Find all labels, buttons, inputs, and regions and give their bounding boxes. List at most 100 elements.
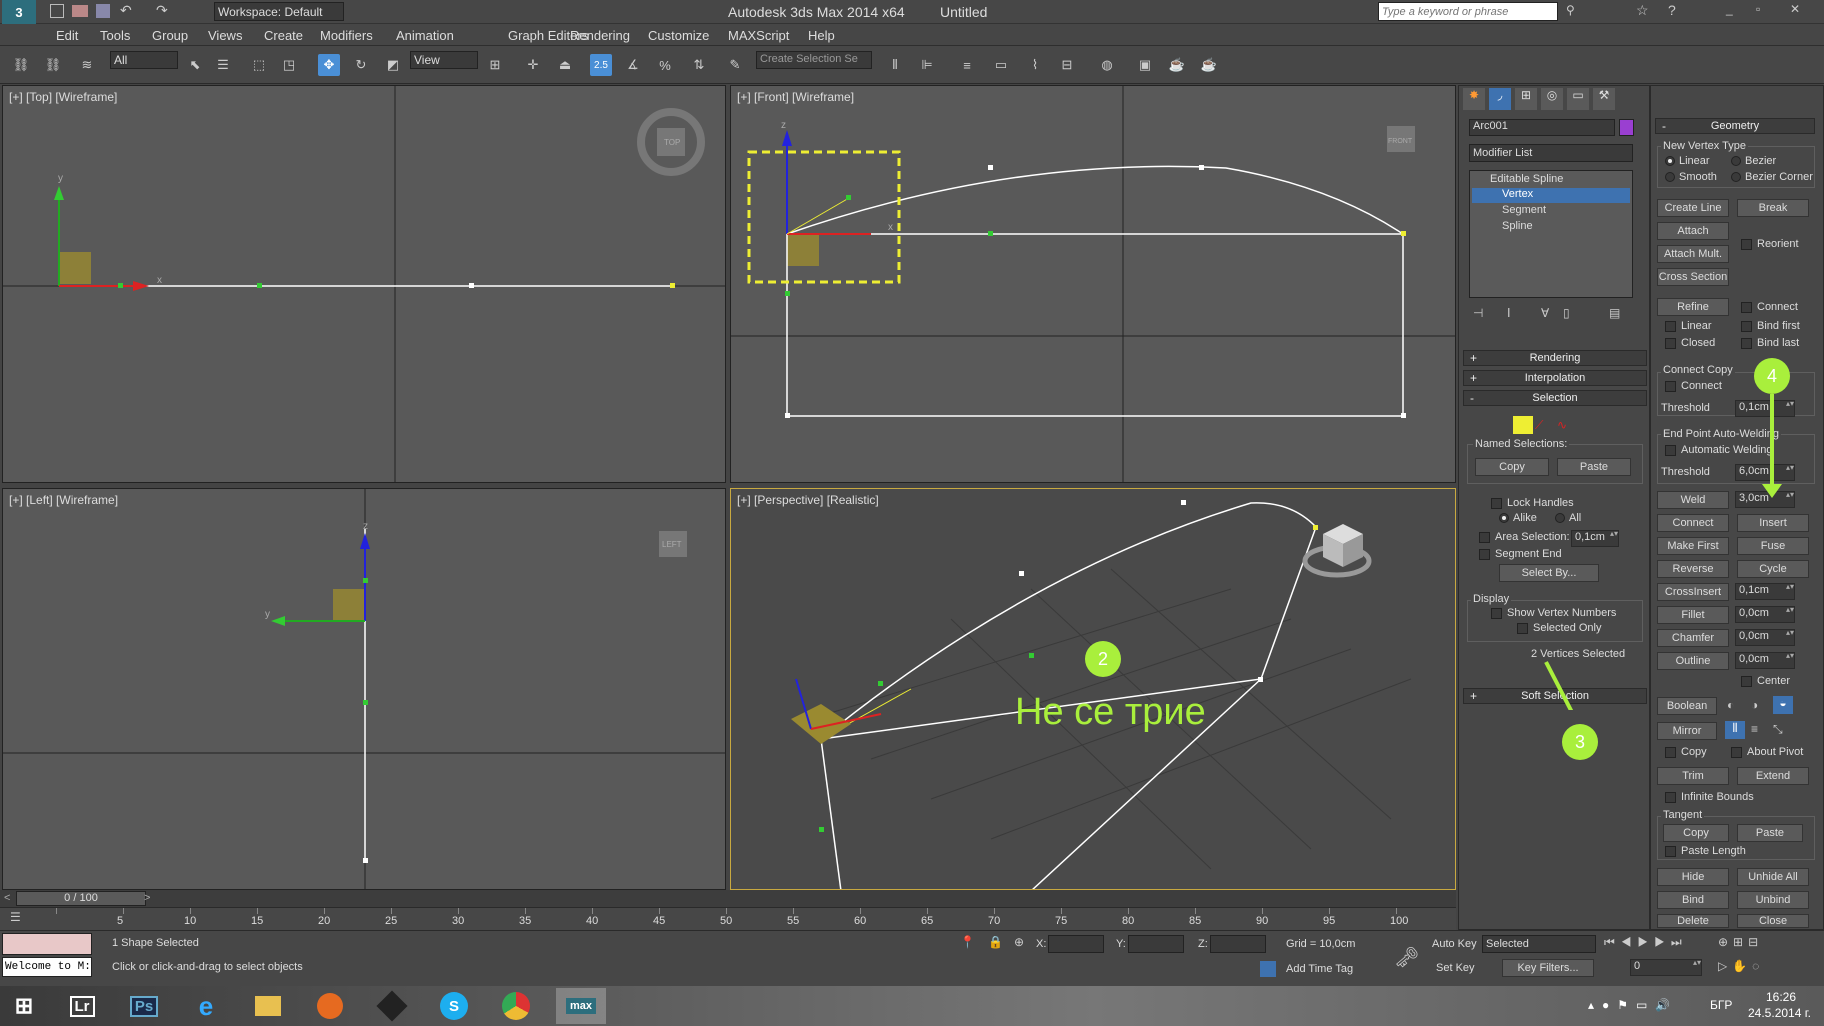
selected-only-checkbox[interactable] <box>1517 623 1528 634</box>
app-logo-icon[interactable]: 3 <box>2 0 36 24</box>
star-icon[interactable]: ☆ <box>1636 2 1649 19</box>
link-icon[interactable]: ⛓ <box>10 54 32 76</box>
taskbar-3dsmax[interactable]: max <box>556 988 606 1024</box>
refine-button[interactable]: Refine <box>1657 298 1729 316</box>
add-time-tag[interactable]: Add Time Tag <box>1286 963 1353 975</box>
bind-button[interactable]: Bind <box>1657 891 1729 909</box>
close-button[interactable]: ✕ <box>1790 2 1800 16</box>
minimize-button[interactable]: _ <box>1726 2 1733 16</box>
delete-button[interactable]: Delete <box>1657 914 1729 928</box>
redo-icon[interactable]: ↷ <box>156 2 168 19</box>
edit-named-selection-icon[interactable]: ✎ <box>724 54 746 76</box>
viewport-front[interactable]: [+] [Front] [Wireframe] z x FRONT <box>730 85 1456 483</box>
segment-end-checkbox[interactable] <box>1479 549 1490 560</box>
taskbar-firefox-icon[interactable] <box>310 988 350 1024</box>
tangent-copy-button[interactable]: Copy <box>1663 824 1729 842</box>
tangent-paste-button[interactable]: Paste <box>1737 824 1803 842</box>
viewport-top[interactable]: [+] [Top] [Wireframe] y x TOP <box>2 85 726 483</box>
pivot-center-icon[interactable]: ⊞ <box>484 54 506 76</box>
create-tab-icon[interactable]: ✸ <box>1463 88 1485 110</box>
stack-item-vertex[interactable]: Vertex <box>1472 188 1630 203</box>
menu-group[interactable]: Group <box>152 28 188 43</box>
named-selection-dropdown[interactable]: Create Selection Se <box>756 51 872 69</box>
utilities-tab-icon[interactable]: ⚒ <box>1593 88 1615 110</box>
viewport-left[interactable]: [+] [Left] [Wireframe] z y LEFT <box>2 488 726 890</box>
taskbar-explorer-icon[interactable] <box>248 988 288 1024</box>
track-bar[interactable]: ☰ 5 10 15 20 25 30 35 40 45 50 55 60 65 70 75 80 85 90 95 1… <box>0 908 1456 930</box>
rotate-icon[interactable]: ↻ <box>350 54 372 76</box>
stack-item-segment[interactable]: Segment <box>1472 204 1546 216</box>
bind-last-checkbox[interactable] <box>1741 338 1752 349</box>
rollout-geometry[interactable]: - Geometry <box>1655 118 1815 134</box>
break-button[interactable]: Break <box>1737 199 1809 217</box>
menu-tools[interactable]: Tools <box>100 28 130 43</box>
time-slider-thumb[interactable]: 0 / 100 <box>16 891 146 906</box>
menu-help[interactable]: Help <box>808 28 835 43</box>
mirror-button[interactable]: Mirror <box>1657 722 1717 740</box>
current-frame-field[interactable]: 0 <box>1630 959 1702 976</box>
clock-time[interactable]: 16:26 <box>1766 990 1796 1004</box>
attach-mult-button[interactable]: Attach Mult. <box>1657 245 1729 263</box>
taskbar-lightroom[interactable]: Lr <box>62 988 102 1024</box>
menu-rendering[interactable]: Rendering <box>570 28 630 43</box>
bind-space-warp-icon[interactable]: ≋ <box>76 54 98 76</box>
refine-connect-checkbox[interactable] <box>1741 302 1752 313</box>
snaps-toggle-icon[interactable]: 2.5 <box>590 54 612 76</box>
mirror-copy-checkbox[interactable] <box>1665 747 1676 758</box>
area-selection-checkbox[interactable] <box>1479 532 1490 543</box>
infinite-bounds-checkbox[interactable] <box>1665 792 1676 803</box>
y-coord-field[interactable] <box>1128 935 1184 953</box>
cross-section-button[interactable]: Cross Section <box>1657 268 1729 286</box>
window-crossing-icon[interactable]: ◳ <box>278 54 300 76</box>
isolate-icon[interactable]: 📍 <box>960 935 975 949</box>
vertex-type-smooth-radio[interactable] <box>1665 172 1675 182</box>
pin-stack-icon[interactable]: ⊣ <box>1473 306 1483 320</box>
stack-item-editable-spline[interactable]: Editable Spline <box>1472 173 1630 185</box>
time-slider-prev-icon[interactable]: < <box>4 892 10 904</box>
absolute-mode-icon[interactable]: ⊕ <box>1014 935 1024 949</box>
modifier-list-dropdown[interactable]: Modifier List <box>1469 144 1633 162</box>
scale-icon[interactable]: ◩ <box>382 54 404 76</box>
show-end-result-icon[interactable]: Ⅰ <box>1507 306 1511 320</box>
mirror-icon[interactable]: ⫴ <box>884 54 906 76</box>
menu-customize[interactable]: Customize <box>648 28 709 43</box>
tray-icons[interactable]: ▴●⚑▭🔊 <box>1588 998 1678 1012</box>
reference-coordinate-dropdown[interactable]: View <box>410 51 478 69</box>
object-color-swatch[interactable] <box>1619 119 1634 136</box>
align-icon[interactable]: ⊫ <box>916 54 938 76</box>
undo-icon[interactable]: ↶ <box>120 2 132 19</box>
language-indicator[interactable]: БГР <box>1710 998 1732 1012</box>
hierarchy-tab-icon[interactable]: ⊞ <box>1515 88 1537 110</box>
select-by-name-icon[interactable]: ☰ <box>212 54 234 76</box>
select-manipulate-icon[interactable]: ✛ <box>522 54 544 76</box>
curve-editor-icon[interactable]: ⌇ <box>1024 54 1046 76</box>
configure-modifier-sets-icon[interactable]: ▤ <box>1609 306 1620 320</box>
refine-linear-checkbox[interactable] <box>1665 321 1676 332</box>
maximize-button[interactable]: ▫ <box>1756 2 1760 16</box>
keyboard-shortcut-icon[interactable]: ⏏ <box>554 54 576 76</box>
refine-closed-checkbox[interactable] <box>1665 338 1676 349</box>
taskbar-app-icon[interactable] <box>372 988 412 1024</box>
motion-tab-icon[interactable]: ◎ <box>1541 88 1563 110</box>
clock-date[interactable]: 24.5.2014 г. <box>1748 1006 1811 1020</box>
selection-filter-dropdown[interactable]: All <box>110 51 178 69</box>
unlink-icon[interactable]: ⛓ <box>42 54 64 76</box>
menu-create[interactable]: Create <box>264 28 303 43</box>
time-tag-icon[interactable] <box>1260 961 1276 977</box>
lock-handles-checkbox[interactable] <box>1491 498 1502 509</box>
taskbar-skype[interactable]: S <box>434 988 474 1024</box>
about-pivot-checkbox[interactable] <box>1731 747 1742 758</box>
key-mode-dropdown[interactable]: Selected <box>1482 935 1596 953</box>
schematic-view-icon[interactable]: ⊟ <box>1056 54 1078 76</box>
vertex-type-bezier-corner-radio[interactable] <box>1731 172 1741 182</box>
menu-maxscript[interactable]: MAXScript <box>728 28 789 43</box>
object-name-field[interactable]: Arc001 <box>1469 119 1615 136</box>
quick-access-open-icon[interactable] <box>72 5 88 17</box>
layer-manager-icon[interactable]: ≡ <box>956 54 978 76</box>
move-icon[interactable]: ✥ <box>318 54 340 76</box>
stack-item-spline[interactable]: Spline <box>1472 220 1533 232</box>
render-setup-icon[interactable]: ▣ <box>1134 54 1156 76</box>
auto-key-button[interactable]: Auto Key <box>1432 938 1477 950</box>
rollout-rendering[interactable]: + Rendering <box>1463 350 1647 366</box>
mirror-both-icon[interactable]: ⤡ <box>1773 722 1783 737</box>
